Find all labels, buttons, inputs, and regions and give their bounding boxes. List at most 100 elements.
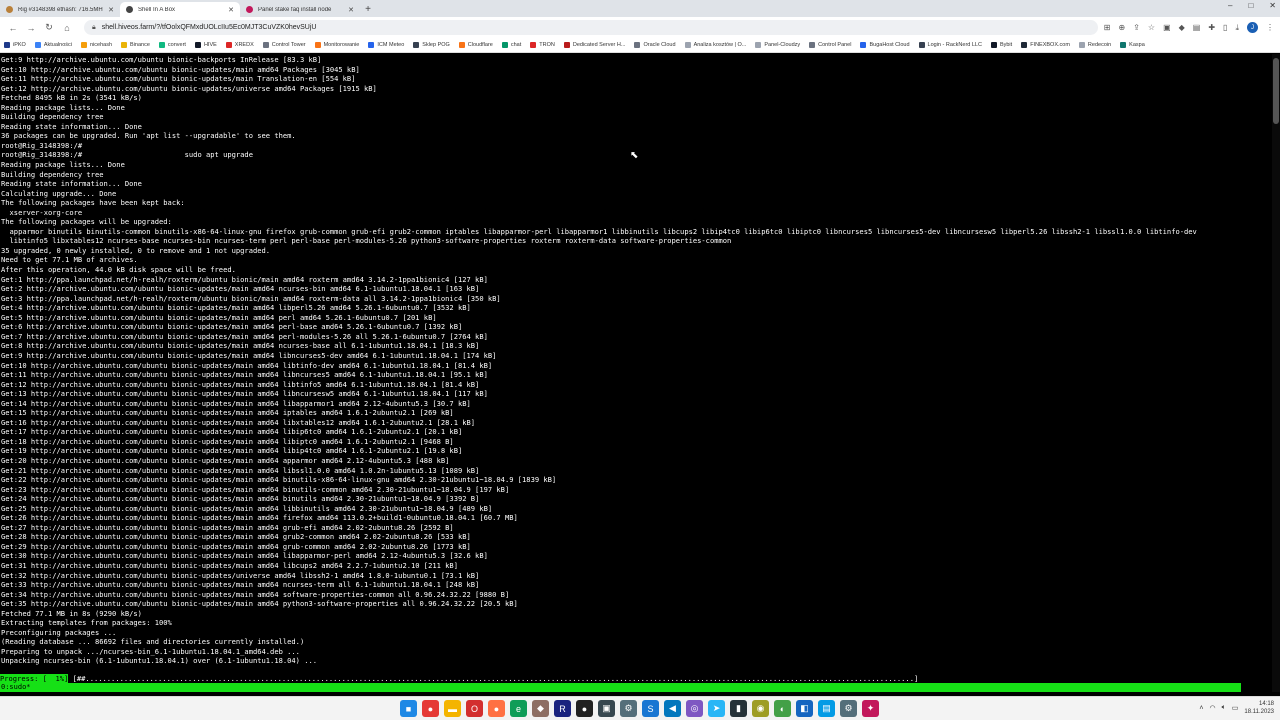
speaker-icon[interactable]: 🔈︎ <box>1222 704 1226 712</box>
app-icon-12[interactable]: ⚙ <box>840 700 857 717</box>
app-icon-13[interactable]: ✦ <box>862 700 879 717</box>
address-bar[interactable]: 🔒︎ shell.hiveos.farm/?/tfOolxQFMxdUOLcII… <box>84 20 1098 35</box>
bookmark-item[interactable]: Monitorowanie <box>314 42 359 48</box>
wifi-icon[interactable]: ◠ <box>1209 704 1215 712</box>
new-tab-button[interactable]: + <box>360 2 376 17</box>
minimize-button[interactable]: – <box>1228 1 1232 10</box>
app-icon-3[interactable]: ● <box>576 700 593 717</box>
terminal-scrollbar[interactable] <box>1272 54 1280 692</box>
bookmark-item[interactable]: Cloudflare <box>458 42 493 48</box>
extensions-area: ⊞ ⊕ ⇪ ☆ ▣ ◆ ▤ ✚ ▯ ⤓ J ⋮ <box>1104 22 1274 33</box>
edge-icon[interactable]: e <box>510 700 527 717</box>
terminal-icon[interactable]: ▮ <box>730 700 747 717</box>
bookmark-item[interactable]: Bybit <box>990 42 1012 48</box>
zoom-icon[interactable]: ⊕ <box>1118 23 1125 32</box>
translate-icon[interactable]: ⊞ <box>1104 23 1111 32</box>
bookmark-item[interactable]: ICM Meteo <box>368 42 404 48</box>
app-icon-9[interactable]: ◐ <box>774 700 791 717</box>
battery-icon[interactable]: ▭ <box>1232 704 1239 712</box>
home-icon[interactable]: ⌂ <box>60 23 74 33</box>
clock-time: 14:18 <box>1258 701 1274 707</box>
bookmark-label: FINEXBOX.com <box>1030 42 1070 48</box>
bookmark-item[interactable]: TRON <box>530 42 555 48</box>
bookmark-item[interactable]: Dedicated Server H... <box>563 42 625 48</box>
firefox-icon[interactable]: ● <box>488 700 505 717</box>
tab-close-icon[interactable]: ✕ <box>348 6 354 14</box>
app-icon-7[interactable]: ◎ <box>686 700 703 717</box>
scrollbar-thumb[interactable] <box>1273 58 1279 124</box>
app-icon-4[interactable]: ▣ <box>598 700 615 717</box>
bookmark-item[interactable]: Oracle Cloud <box>634 42 676 48</box>
app-icon-11[interactable]: ▤ <box>818 700 835 717</box>
bookmark-item[interactable]: Kaspa <box>1120 42 1145 48</box>
terminal-line: Get:35 http://archive.ubuntu.com/ubuntu … <box>1 599 518 609</box>
progress-label: Progress: [ 1%] <box>0 674 69 683</box>
windows-start-icon[interactable]: ■ <box>400 700 417 717</box>
tmux-status-bar: 0:sudo* <box>0 683 1241 692</box>
file-explorer-icon[interactable]: ▬ <box>444 700 461 717</box>
chrome-icon[interactable]: ● <box>422 700 439 717</box>
bookmark-item[interactable]: Panel-Cloudzy <box>755 42 800 48</box>
browser-tab[interactable]: Rig #3148398 ethash: 716.5MH ✕ <box>0 2 120 17</box>
bookmark-item[interactable]: HIVE <box>194 42 217 48</box>
bookmark-star-icon[interactable]: ☆ <box>1148 23 1155 32</box>
bookmark-item[interactable]: Binance <box>121 42 150 48</box>
app-icon-2[interactable]: R <box>554 700 571 717</box>
extension-icon-2[interactable]: ▤ <box>1193 23 1201 32</box>
reload-icon[interactable]: ↻ <box>42 22 56 33</box>
bookmark-item[interactable]: Sklep POG <box>413 42 450 48</box>
bookmark-item[interactable]: convert <box>158 42 186 48</box>
terminal-line: Building dependency tree <box>1 169 104 179</box>
share-icon[interactable]: ⇪ <box>1133 23 1140 32</box>
telegram-icon[interactable]: ➤ <box>708 700 725 717</box>
terminal-line: 36 packages can be upgraded. Run 'apt li… <box>1 131 296 141</box>
metamask-icon[interactable]: ◆ <box>1179 23 1185 32</box>
back-arrow-icon[interactable]: ← <box>6 23 20 33</box>
chevron-up-icon[interactable]: ˄ <box>1199 705 1203 712</box>
bookmark-item[interactable]: Redecoin <box>1078 42 1111 48</box>
terminal-line: Preconfiguring packages ... <box>1 627 117 637</box>
bookmark-item[interactable]: nicehash <box>80 42 112 48</box>
app-icon-6[interactable]: S <box>642 700 659 717</box>
bookmark-item[interactable]: Aktualności <box>34 42 72 48</box>
bookmark-label: XREDX <box>234 42 254 48</box>
clock[interactable]: 14:18 18.11.2023 <box>1244 700 1274 716</box>
puzzle-icon[interactable]: ✚ <box>1208 23 1215 32</box>
bookmark-item[interactable]: BugaHost Cloud <box>860 42 910 48</box>
sidebar-icon[interactable]: ▯ <box>1223 23 1227 32</box>
bookmark-label: Kaspa <box>1129 42 1145 48</box>
forward-arrow-icon[interactable]: → <box>24 23 38 33</box>
app-icon-10[interactable]: ◧ <box>796 700 813 717</box>
terminal-line: Get:28 http://archive.ubuntu.com/ubuntu … <box>1 532 471 542</box>
browser-tab[interactable]: Panel stake faq install node ✕ <box>240 2 360 17</box>
lock-icon[interactable]: 🔒︎ <box>92 24 96 32</box>
opera-icon[interactable]: O <box>466 700 483 717</box>
bookmark-favicon-icon <box>314 42 321 48</box>
maximize-button[interactable]: □ <box>1248 1 1253 10</box>
terminal-line: (Reading database ... 86692 files and di… <box>1 637 305 647</box>
bookmark-item[interactable]: XREDX <box>225 42 254 48</box>
bookmark-item[interactable]: Analiza kosztów | O... <box>684 42 746 48</box>
app-icon-5[interactable]: ⚙ <box>620 700 637 717</box>
terminal-line: Get:24 http://archive.ubuntu.com/ubuntu … <box>1 494 480 504</box>
download-icon[interactable]: ⤓ <box>1235 23 1239 33</box>
tab-close-icon[interactable]: ✕ <box>228 6 234 14</box>
bookmark-item[interactable]: chat <box>501 42 521 48</box>
browser-tab[interactable]: Shell In A Box ✕ <box>120 2 240 17</box>
app-icon-8[interactable]: ◉ <box>752 700 769 717</box>
profile-avatar[interactable]: J <box>1247 22 1258 33</box>
terminal-line: Get:25 http://archive.ubuntu.com/ubuntu … <box>1 503 493 513</box>
bookmark-item[interactable]: FINEXBOX.com <box>1021 42 1070 48</box>
bookmark-item[interactable]: Login - RackNerd LLC <box>918 42 982 48</box>
menu-dots-icon[interactable]: ⋮ <box>1266 23 1274 32</box>
app-icon-1[interactable]: ◆ <box>532 700 549 717</box>
bookmark-item[interactable]: Control Panel <box>809 42 851 48</box>
bookmark-item[interactable]: Control Tower <box>262 42 306 48</box>
extension-icon[interactable]: ▣ <box>1163 23 1171 32</box>
vscode-icon[interactable]: ◀ <box>664 700 681 717</box>
terminal-line: Get:30 http://archive.ubuntu.com/ubuntu … <box>1 551 488 561</box>
terminal-line: Reading state information... Done <box>1 121 142 131</box>
bookmark-item[interactable]: iPKO <box>4 42 26 48</box>
close-window-button[interactable]: ✕ <box>1269 1 1276 10</box>
tab-close-icon[interactable]: ✕ <box>108 6 114 14</box>
